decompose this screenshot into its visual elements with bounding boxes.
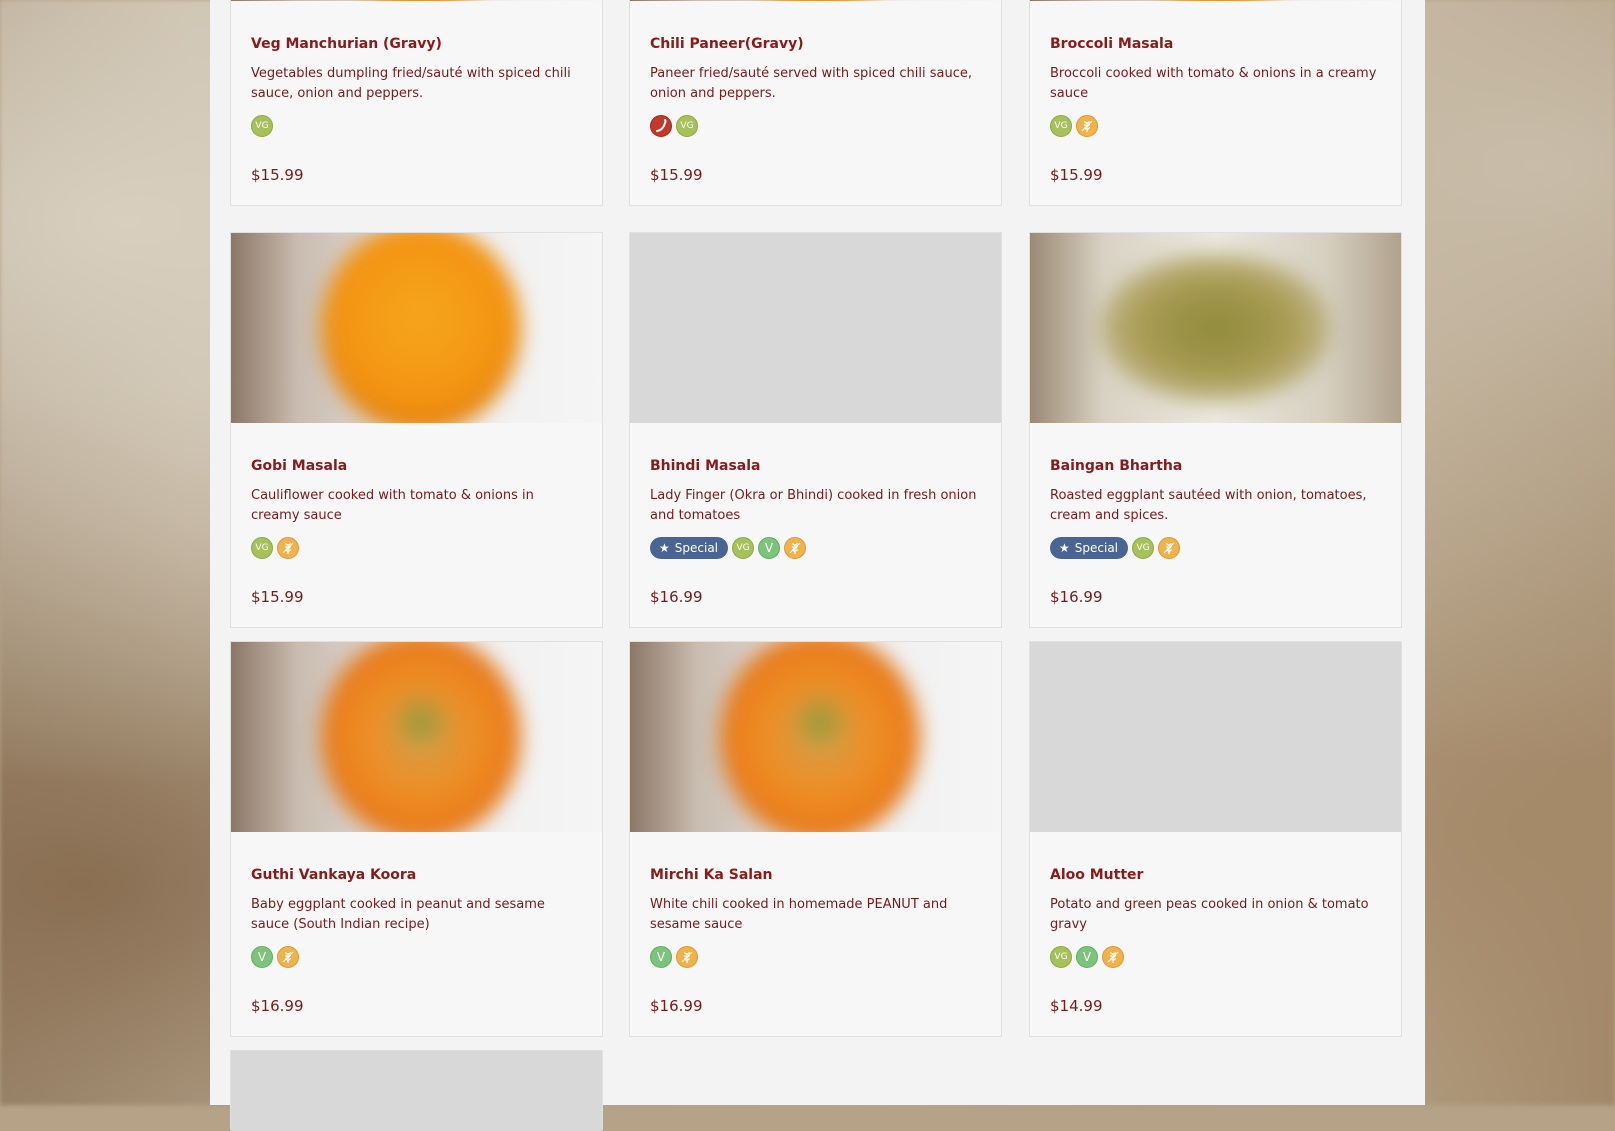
dietary-tags: V (650, 946, 698, 968)
dish-name: Baingan Bhartha (1050, 458, 1183, 474)
menu-item-card[interactable]: Chili Paneer(Gravy) Paneer fried/sauté se… (629, 0, 1002, 206)
dish-description: Roasted eggplant sautéed with onion, tom… (1050, 488, 1367, 523)
star-icon: ★ (1059, 541, 1070, 555)
dish-description: White chili cooked in homemade PEANUT an… (650, 897, 948, 932)
wheat-icon (676, 946, 698, 968)
dish-description: Lady Finger (Okra or Bhindi) cooked in f… (650, 488, 977, 523)
vegan-badge: V (251, 946, 273, 968)
dish-image (1030, 233, 1401, 423)
chili-icon (650, 115, 672, 137)
wheat-icon (1076, 115, 1098, 137)
vegetarian-badge: VG (1050, 946, 1072, 968)
dietary-tags: VG (251, 115, 273, 137)
dietary-tags: VG (650, 115, 698, 137)
special-badge: ★ Special (1050, 537, 1129, 559)
wheat-icon (784, 537, 807, 559)
vegetarian-badge: VG (1132, 537, 1155, 559)
dish-name: Veg Manchurian (Gravy) (251, 36, 442, 52)
menu-item-card[interactable]: Gobi Masala Cauliflower cooked with tomat… (230, 232, 603, 628)
dish-image (1030, 0, 1401, 1)
dish-name: Gobi Masala (251, 458, 348, 474)
dish-price: $15.99 (251, 588, 304, 606)
special-badge: ★ Special (650, 537, 729, 559)
dish-name: Bhindi Masala (650, 458, 761, 474)
dietary-tags: VG (251, 537, 299, 559)
dish-price: $16.99 (251, 997, 304, 1015)
dish-description: Broccoli cooked with tomato & onions in … (1050, 66, 1377, 101)
dish-image (231, 1051, 602, 1131)
dish-image (630, 642, 1001, 832)
menu-item-card[interactable]: Aloo Mutter Potato and green peas cooked … (1029, 641, 1402, 1037)
menu-item-card[interactable]: Broccoli Masala Broccoli cooked with toma… (1029, 0, 1402, 206)
dish-description: Baby eggplant cooked in peanut and sesam… (251, 897, 545, 932)
dish-description: Vegetables dumpling fried/sauté with spi… (251, 66, 571, 101)
dish-description: Paneer fried/sauté served with spiced ch… (650, 66, 972, 101)
dish-name: Chili Paneer(Gravy) (650, 36, 804, 52)
vegetarian-badge: VG (676, 115, 698, 137)
dish-image (231, 233, 602, 423)
dish-name: Guthi Vankaya Koora (251, 867, 417, 883)
vegetarian-badge: VG (732, 537, 755, 559)
vegetarian-badge: VG (1050, 115, 1072, 137)
dish-description: Potato and green peas cooked in onion & … (1050, 897, 1369, 932)
wheat-icon (1158, 537, 1181, 559)
dish-price: $14.99 (1050, 997, 1103, 1015)
dietary-tags: VG V (1050, 946, 1124, 968)
dietary-tags: ★ Special VG V (650, 537, 807, 559)
dietary-tags: ★ Special VG (1050, 537, 1181, 559)
menu-item-card[interactable]: Veg Manchurian (Gravy) Vegetables dumplin… (230, 0, 603, 206)
dish-image (1030, 642, 1401, 832)
dish-name: Aloo Mutter (1050, 867, 1144, 883)
wheat-icon (277, 537, 299, 559)
special-label: Special (674, 541, 719, 555)
menu-item-card[interactable]: Guthi Vankaya Koora Baby eggplant cooked … (230, 641, 603, 1037)
dish-image (630, 0, 1001, 1)
dish-image (231, 642, 602, 832)
dish-name: Mirchi Ka Salan (650, 867, 773, 883)
vegetarian-badge: VG (251, 537, 273, 559)
dish-price: $16.99 (650, 588, 703, 606)
special-label: Special (1074, 541, 1119, 555)
dish-price: $16.99 (650, 997, 703, 1015)
dietary-tags: VG (1050, 115, 1098, 137)
dish-image (231, 0, 602, 1)
menu-item-card[interactable] (230, 1050, 603, 1131)
menu-item-card[interactable]: Bhindi Masala Lady Finger (Okra or Bhindi… (629, 232, 1002, 628)
dish-price: $15.99 (1050, 166, 1103, 184)
dish-price: $16.99 (1050, 588, 1103, 606)
dietary-tags: V (251, 946, 299, 968)
star-icon: ★ (659, 541, 670, 555)
vegan-badge: V (650, 946, 672, 968)
wheat-icon (277, 946, 299, 968)
dish-image (630, 233, 1001, 423)
menu-item-card[interactable]: Baingan Bhartha Roasted eggplant sautéed … (1029, 232, 1402, 628)
wheat-icon (1102, 946, 1124, 968)
vegan-badge: V (758, 537, 781, 559)
menu-item-card[interactable]: Mirchi Ka Salan White chili cooked in hom… (629, 641, 1002, 1037)
vegetarian-badge: VG (251, 115, 273, 137)
vegan-badge: V (1076, 946, 1098, 968)
dish-description: Cauliflower cooked with tomato & onions … (251, 488, 534, 523)
dish-price: $15.99 (650, 166, 703, 184)
menu-grid: Veg Manchurian (Gravy) Vegetables dumplin… (230, 0, 1405, 1131)
dish-price: $15.99 (251, 166, 304, 184)
dish-name: Broccoli Masala (1050, 36, 1174, 52)
